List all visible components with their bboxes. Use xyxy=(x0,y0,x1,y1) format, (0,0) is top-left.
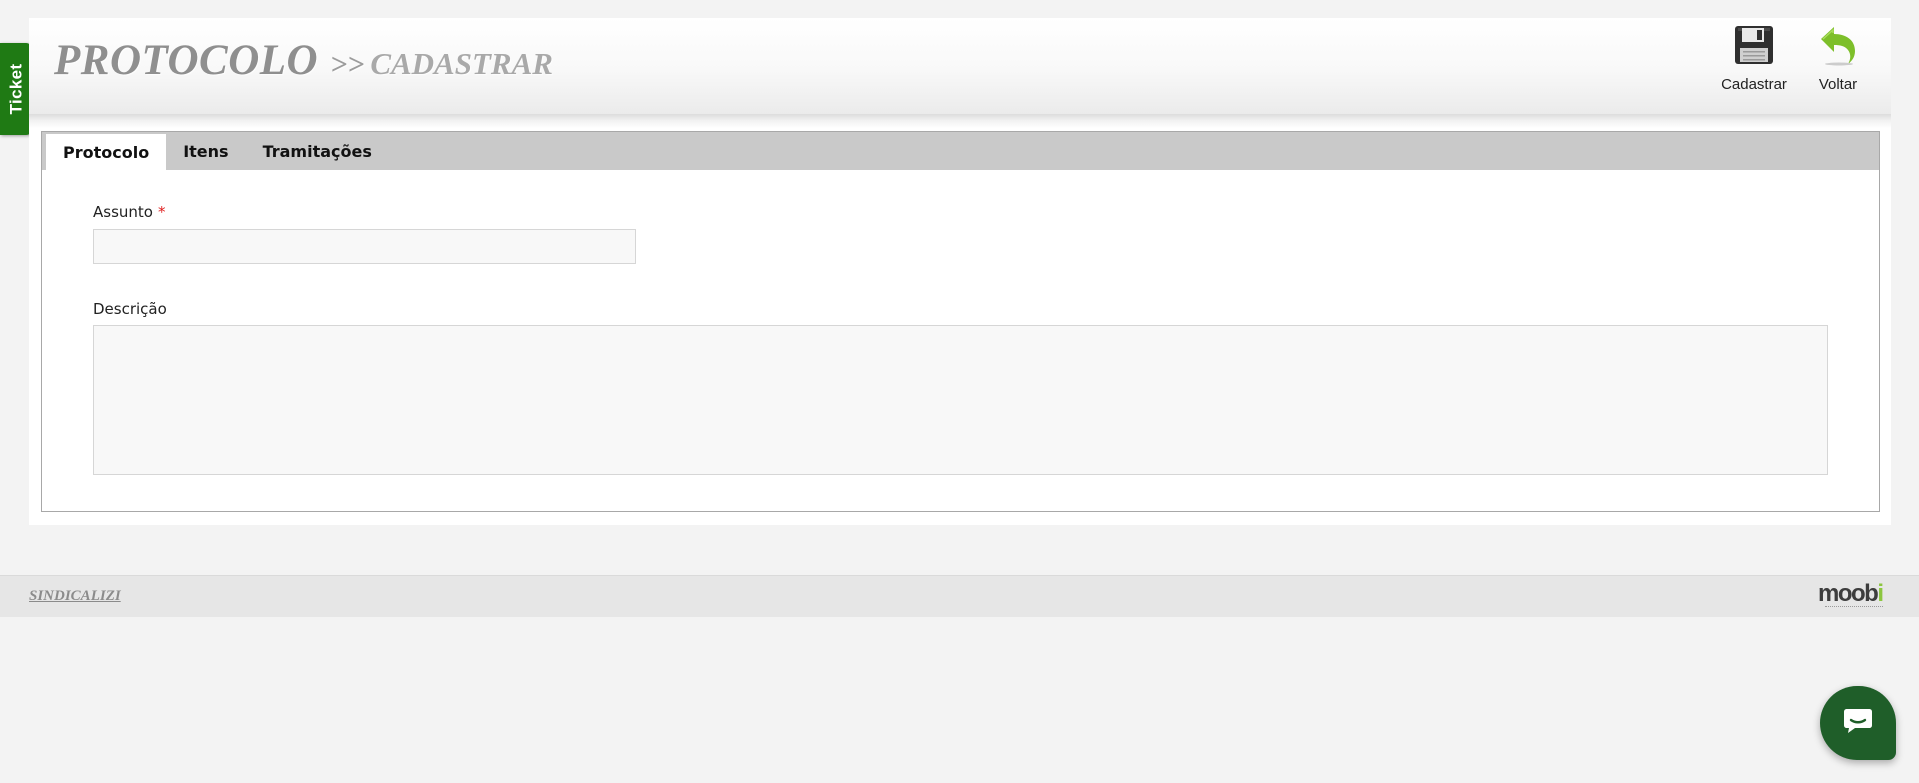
assunto-label-text: Assunto xyxy=(93,203,153,221)
tab-itens[interactable]: Itens xyxy=(166,132,245,170)
company-link[interactable]: SINDICALIZI xyxy=(29,588,121,605)
descricao-label: Descrição xyxy=(93,300,167,318)
page-footer: SINDICALIZI moobi xyxy=(0,575,1919,617)
page-title: PROTOCOLO >> CADASTRAR xyxy=(54,36,553,85)
voltar-button-label: Voltar xyxy=(1818,76,1858,93)
return-arrow-icon xyxy=(1817,24,1859,71)
voltar-button[interactable]: Voltar xyxy=(1808,24,1868,93)
chat-bubble-icon xyxy=(1843,708,1873,739)
assunto-input[interactable] xyxy=(93,229,636,264)
tab-protocolo[interactable]: Protocolo xyxy=(46,134,167,170)
descricao-textarea[interactable] xyxy=(93,325,1828,475)
main-content: PROTOCOLO >> CADASTRAR Cadastrar Voltar … xyxy=(29,18,1891,525)
tab-panel: Protocolo Itens Tramitações Assunto * Des… xyxy=(41,131,1880,512)
tab-tramitacoes[interactable]: Tramitações xyxy=(246,132,389,170)
page-title-main: PROTOCOLO xyxy=(54,37,319,84)
logo-text-accent: i xyxy=(1877,580,1884,607)
tab-bar: Protocolo Itens Tramitações xyxy=(42,132,1879,170)
logo-tagline-line xyxy=(1824,606,1883,608)
assunto-label: Assunto * xyxy=(93,203,165,221)
cadastrar-button-label: Cadastrar xyxy=(1721,76,1787,93)
floppy-disk-icon xyxy=(1733,24,1775,71)
header-divider xyxy=(29,114,1891,128)
cadastrar-button[interactable]: Cadastrar xyxy=(1717,24,1791,93)
ticket-side-tab[interactable]: Ticket xyxy=(0,43,32,135)
mobi-logo: moobi xyxy=(1818,582,1884,610)
page-title-separator: >> xyxy=(330,48,365,81)
page-title-sub: CADASTRAR xyxy=(370,46,553,81)
chat-button[interactable] xyxy=(1820,686,1896,760)
page-header: PROTOCOLO >> CADASTRAR Cadastrar Voltar xyxy=(29,18,1891,114)
logo-text-main: moob xyxy=(1818,580,1879,607)
required-marker: * xyxy=(157,203,166,221)
ticket-tab-label: Ticket xyxy=(6,63,26,115)
protocolo-form: Assunto * Descrição xyxy=(42,170,1879,511)
